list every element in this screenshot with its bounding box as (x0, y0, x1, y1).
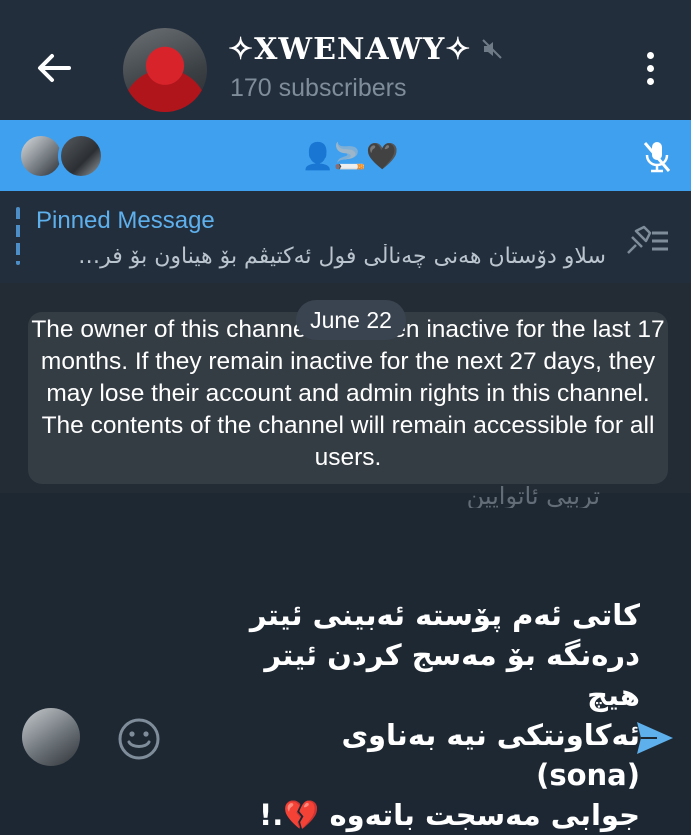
mic-off-button[interactable] (640, 138, 674, 176)
smiley-icon (118, 718, 160, 760)
message-text: کاتی ئەم پۆستە ئەبینی ئیتر درەنگە بۆ مەس… (230, 595, 640, 835)
send-button[interactable] (630, 716, 680, 760)
sender-avatar[interactable] (22, 708, 80, 766)
back-arrow-icon (38, 54, 71, 82)
channel-title-row[interactable]: ✧XWENAWY✧ (228, 28, 503, 70)
message-line: ئەکاونتکی نیە بەناوی (sona) (341, 718, 640, 792)
message-line: درەنگە بۆ مەسج کردن ئیتر هیچ (264, 638, 640, 712)
pin-indicator (16, 207, 20, 265)
message-line: جوابی مەسجت باتەوە 💔.! (259, 798, 640, 832)
message-line: کاتی ئەم پۆستە ئەبینی ئیتر (249, 598, 640, 632)
back-button[interactable] (30, 48, 78, 88)
pinned-preview: سلاو دۆستان هەنی چەناڵی فول ئەکتیڤم بۆ ه… (78, 244, 606, 269)
more-options-button[interactable] (635, 46, 665, 90)
pinned-label: Pinned Message (36, 207, 215, 234)
pinned-message-bar[interactable] (0, 191, 691, 283)
channel-avatar[interactable] (123, 28, 207, 112)
pinned-list-button[interactable] (622, 220, 674, 260)
muted-speaker-icon (481, 38, 503, 60)
more-vertical-icon (646, 51, 654, 59)
participant-avatar (58, 133, 104, 179)
pin-list-icon (627, 225, 668, 254)
voice-chat-title: 👤🚬🖤 (301, 142, 399, 172)
channel-title: ✧XWENAWY✧ (228, 31, 472, 67)
previous-message-fragment: تربیی ئاتوایین (466, 482, 600, 508)
date-chip: June 22 (296, 300, 406, 340)
send-icon (637, 722, 673, 754)
subscriber-count: 170 subscribers (230, 74, 407, 102)
emoji-button[interactable] (114, 714, 164, 764)
mic-off-icon (643, 142, 671, 173)
